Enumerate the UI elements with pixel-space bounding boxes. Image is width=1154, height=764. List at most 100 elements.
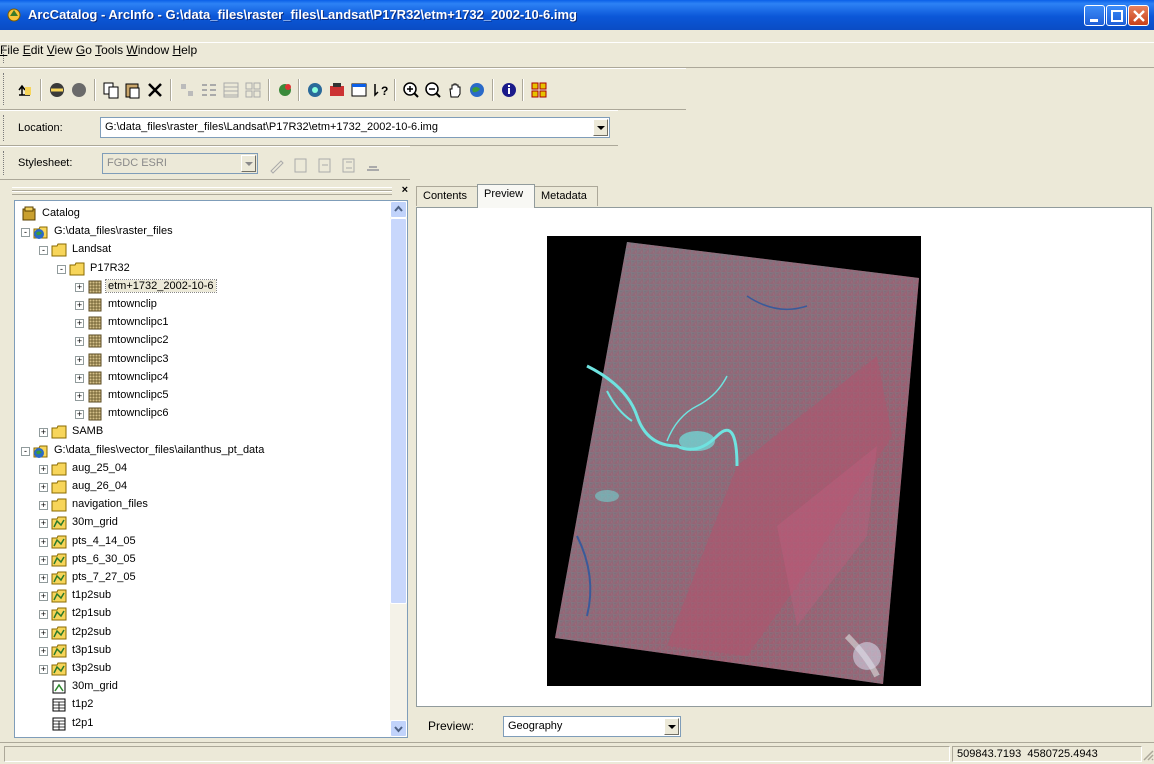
tree-expander[interactable]: + — [75, 392, 84, 401]
tree-item-label: Landsat — [72, 243, 112, 256]
menu-help[interactable]: Help — [172, 43, 197, 57]
delete-icon[interactable] — [146, 81, 164, 99]
tree-expander[interactable]: + — [39, 555, 48, 565]
menu-edit[interactable]: Edit — [23, 43, 44, 57]
paste-icon[interactable] — [124, 81, 142, 99]
stylesheet-dropdown-button[interactable] — [241, 155, 256, 172]
menu-tools[interactable]: Tools — [95, 43, 123, 57]
raster-icon — [88, 334, 102, 348]
edit-metadata-icon[interactable] — [268, 156, 286, 174]
tree-expander[interactable]: + — [75, 337, 84, 347]
connect-folder-icon[interactable] — [48, 81, 66, 99]
tree-expander[interactable]: - — [57, 264, 66, 274]
tree-expander[interactable]: + — [39, 628, 48, 638]
location-combobox[interactable]: G:\data_files\raster_files\Landsat\P17R3… — [100, 117, 610, 138]
import-metadata-icon[interactable] — [316, 156, 334, 174]
thumbnails-icon[interactable] — [244, 81, 262, 99]
disconnect-folder-icon[interactable] — [70, 81, 88, 99]
resize-grip-icon[interactable] — [1142, 749, 1154, 763]
tree-expander[interactable]: + — [75, 319, 84, 329]
close-button[interactable] — [1128, 5, 1149, 26]
tab-preview[interactable]: Preview — [477, 184, 535, 208]
details-icon[interactable] — [222, 81, 240, 99]
tree-expander[interactable]: - — [21, 228, 30, 238]
identify-icon[interactable] — [500, 81, 518, 99]
pan-icon[interactable] — [446, 81, 464, 99]
tree-expander[interactable]: + — [39, 464, 48, 474]
tree-expander[interactable]: + — [39, 574, 48, 583]
maximize-icon — [1111, 10, 1123, 22]
tree-expander[interactable]: + — [75, 301, 84, 310]
tree-expander[interactable]: + — [75, 373, 84, 383]
command-line-icon[interactable] — [350, 81, 368, 99]
location-value: G:\data_files\raster_files\Landsat\P17R3… — [105, 121, 438, 133]
location-dropdown-button[interactable] — [593, 119, 608, 136]
scroll-up-button[interactable] — [390, 201, 407, 218]
tree-expander[interactable]: + — [39, 537, 48, 547]
export-metadata-icon[interactable] — [340, 156, 358, 174]
tree-vertical-scrollbar[interactable] — [390, 201, 407, 737]
close-pane-icon[interactable]: × — [402, 184, 408, 196]
menu-view[interactable]: View — [47, 43, 73, 57]
list-icon[interactable] — [200, 81, 218, 99]
copy-icon[interactable] — [102, 81, 120, 99]
window-title: ArcCatalog - ArcInfo - G:\data_files\ras… — [28, 7, 577, 22]
preview-mode-combobox[interactable]: Geography — [503, 716, 681, 737]
help-icon[interactable]: ? — [372, 81, 390, 99]
maximize-button[interactable] — [1106, 5, 1127, 26]
tree-item-label: mtownclipc6 — [108, 407, 169, 420]
tree-expander[interactable]: + — [39, 610, 48, 620]
tree-expander[interactable]: + — [39, 501, 48, 511]
folder-connection-icon — [33, 226, 48, 240]
tree-expander[interactable]: + — [39, 665, 48, 674]
menu-go[interactable]: Go — [76, 43, 92, 57]
arctoolbox-icon[interactable] — [328, 81, 346, 99]
raster-icon — [88, 353, 102, 367]
tree-expander[interactable]: + — [39, 483, 48, 492]
menu-window[interactable]: Window — [126, 43, 169, 57]
raster-preview[interactable] — [547, 236, 921, 686]
stylesheet-combobox[interactable]: FGDC ESRI — [102, 153, 258, 174]
menu-grip[interactable] — [3, 47, 7, 63]
launch-arcmap-icon[interactable] — [276, 81, 294, 99]
preview-mode-dropdown-button[interactable] — [664, 718, 679, 735]
menu-band: File Edit View Go Tools Window Help — [0, 42, 1154, 68]
tree-expander[interactable]: - — [21, 446, 30, 456]
landsat-image — [555, 242, 919, 684]
toolbar-grip[interactable] — [3, 73, 7, 105]
metadata-properties-icon[interactable] — [292, 156, 310, 174]
search-icon[interactable] — [306, 81, 324, 99]
tab-contents[interactable]: Contents — [416, 186, 478, 206]
tree-expander[interactable]: + — [39, 646, 48, 656]
create-thumbnail-icon[interactable] — [530, 81, 548, 99]
up-one-level-icon[interactable] — [16, 81, 34, 99]
arccatalog-app-icon[interactable] — [6, 7, 22, 23]
status-message-panel — [4, 746, 950, 762]
scroll-down-button[interactable] — [390, 720, 407, 737]
minimize-icon — [1090, 19, 1098, 22]
tree-expander[interactable]: + — [39, 592, 48, 602]
tree-expander[interactable]: + — [39, 428, 48, 438]
tree-expander[interactable]: + — [39, 519, 48, 529]
tab-metadata[interactable]: Metadata — [534, 186, 598, 206]
tree-expander[interactable]: - — [39, 246, 48, 256]
scroll-thumb[interactable] — [390, 218, 407, 604]
raster-icon — [88, 389, 102, 403]
catalog-tree[interactable]: Catalog - G:\data_files\raster_files - Lands… — [14, 200, 408, 738]
tree-expander[interactable]: + — [75, 282, 84, 292]
location-grip[interactable] — [3, 115, 7, 141]
preview-panel[interactable] — [416, 207, 1152, 707]
zoom-in-icon[interactable] — [402, 81, 420, 99]
minimize-button[interactable] — [1084, 5, 1105, 26]
tree-item-label: t1p2sub — [72, 589, 112, 602]
tree-expander[interactable]: + — [75, 355, 84, 365]
large-icons-icon[interactable] — [178, 81, 196, 99]
standard-toolbar: ? — [0, 68, 686, 110]
zoom-out-icon[interactable] — [424, 81, 442, 99]
update-metadata-icon[interactable] — [364, 156, 382, 174]
metadata-grip[interactable] — [3, 151, 7, 175]
tree-expander[interactable]: + — [75, 410, 84, 420]
tree-pane-header[interactable]: × — [10, 184, 410, 198]
tree-item-label: 30m_grid — [72, 516, 118, 529]
full-extent-icon[interactable] — [468, 81, 486, 99]
